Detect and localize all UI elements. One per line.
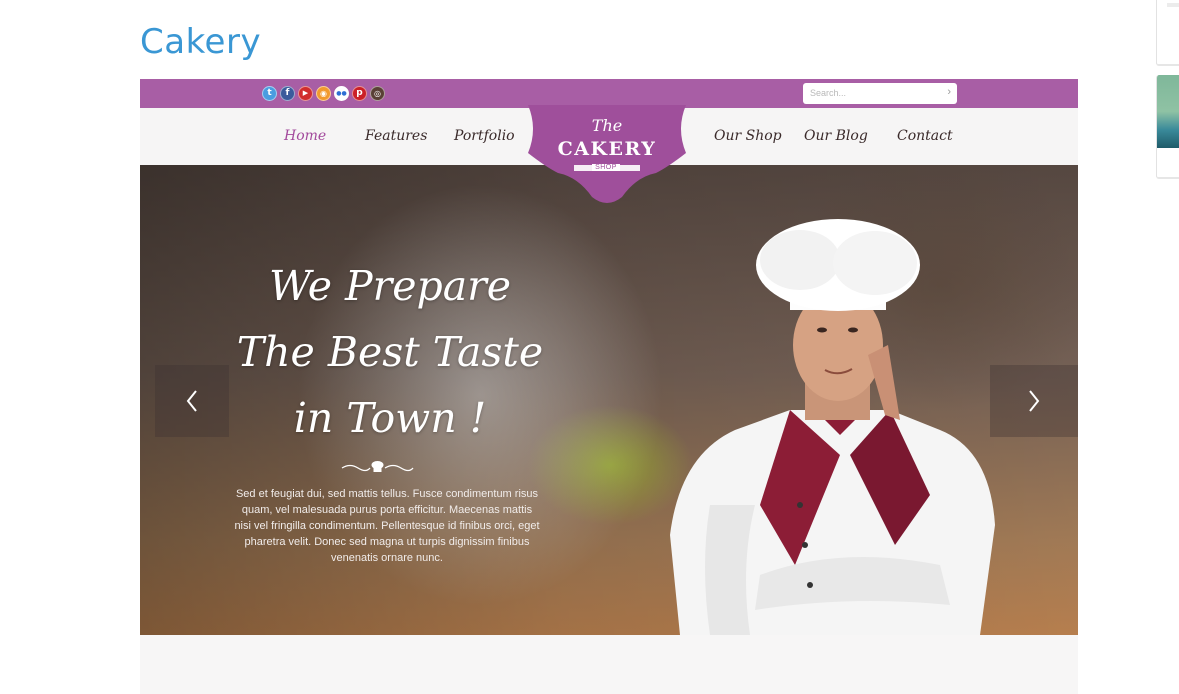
side-thumbnails [1156, 0, 1179, 694]
search-submit-icon[interactable]: › [947, 86, 951, 98]
slider-next-button[interactable] [990, 365, 1078, 437]
search-box[interactable]: Search... › [803, 83, 957, 104]
twitter-icon[interactable]: t [262, 86, 277, 101]
chevron-left-icon [186, 390, 197, 412]
nav-item-home[interactable]: Home [284, 128, 326, 144]
rss-icon[interactable]: ◉ [316, 86, 331, 101]
page-title: Cakery [140, 22, 262, 62]
hero-headline-line-3: in Town ! [293, 394, 487, 442]
logo-line-cakery: CAKERY [557, 138, 657, 160]
instagram-icon[interactable]: ◎ [370, 86, 385, 101]
pinterest-icon[interactable]: p [352, 86, 367, 101]
nav-item-contact[interactable]: Contact [897, 128, 953, 144]
thumbnail-image [1157, 75, 1179, 148]
hero-headline: We Prepare The Best Taste in Town ! [230, 253, 550, 451]
slider-prev-button[interactable] [155, 365, 229, 437]
logo-line-the: The [591, 116, 623, 135]
hero-headline-line-2: The Best Taste [236, 328, 544, 376]
chevron-right-icon [1029, 390, 1040, 412]
theme-preview[interactable]: t f ▶ ◉ ●● p ◎ Search... › Home Features… [140, 79, 1078, 694]
side-thumbnail-1[interactable] [1156, 0, 1179, 66]
youtube-icon[interactable]: ▶ [298, 86, 313, 101]
search-input[interactable]: Search... [810, 88, 846, 98]
logo-line-shop: SHOP [592, 164, 620, 171]
side-thumbnail-2[interactable] [1156, 75, 1179, 179]
nav-item-features[interactable]: Features [365, 128, 427, 144]
hero-headline-line-1: We Prepare [268, 262, 512, 310]
nav-item-our-blog[interactable]: Our Blog [804, 128, 868, 144]
flickr-icon[interactable]: ●● [334, 86, 349, 101]
cakery-logo[interactable]: The CAKERY SHOP [526, 105, 688, 209]
hero-description: Sed et feugiat dui, sed mattis tellus. F… [234, 488, 540, 564]
nav-item-our-shop[interactable]: Our Shop [714, 128, 782, 144]
facebook-icon[interactable]: f [280, 86, 295, 101]
nav-item-portfolio[interactable]: Portfolio [454, 128, 515, 144]
top-bar: t f ▶ ◉ ●● p ◎ Search... › [140, 79, 1078, 108]
thumbnail-preview [1167, 3, 1179, 7]
social-icons: t f ▶ ◉ ●● p ◎ [262, 86, 385, 101]
hero-slider: We Prepare The Best Taste in Town ! Sed … [140, 165, 1078, 635]
chef-image [670, 219, 995, 635]
chef-hat-divider-icon [341, 461, 414, 472]
